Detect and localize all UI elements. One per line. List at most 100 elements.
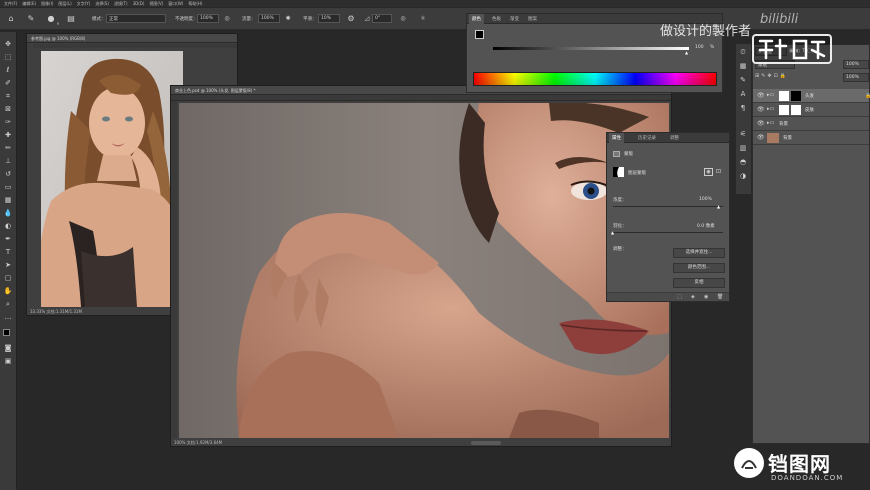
frame-icon[interactable]: ⊠ [3, 105, 13, 114]
menu-item[interactable]: 图像(I) [41, 1, 53, 7]
feather-value[interactable]: 0.0 像素 [697, 223, 715, 229]
density-value[interactable]: 100% [699, 197, 712, 202]
layer-name[interactable]: 背景 [783, 135, 792, 141]
density-slider[interactable] [613, 206, 723, 207]
select-and-mask-button[interactable]: 选择并遮住... [673, 248, 725, 258]
foreground-swatch[interactable] [475, 30, 484, 39]
gradient-icon[interactable]: ▦ [3, 196, 13, 205]
pen-icon[interactable]: ✒ [3, 235, 13, 244]
symmetry-icon[interactable]: ⚛ [418, 14, 428, 24]
type-icon[interactable]: T [3, 248, 13, 257]
tab-adjustments[interactable]: 调整 [667, 135, 682, 141]
marquee-icon[interactable]: ⬚ [3, 53, 13, 62]
visibility-icon[interactable]: ◉ [704, 294, 708, 300]
flow-input[interactable]: 100% [258, 14, 280, 23]
tab-swatches[interactable]: 色板 [489, 16, 504, 22]
character-panel-icon[interactable]: A [738, 90, 748, 99]
opacity-input[interactable]: 100% [197, 14, 219, 23]
swatches-panel-icon[interactable]: ▦ [738, 62, 748, 71]
layer-name[interactable]: 背景 [779, 121, 788, 127]
vector-mask-icon[interactable]: ⊡ [716, 168, 725, 176]
color-spectrum-bar[interactable] [473, 72, 717, 86]
pressure-size-icon[interactable]: ◎ [398, 14, 408, 24]
eye-icon[interactable]: 👁 [757, 106, 765, 113]
screen-mode-icon[interactable]: ▣ [3, 357, 13, 366]
menu-item[interactable]: 编辑(E) [22, 1, 36, 7]
eraser-icon[interactable]: ▭ [3, 183, 13, 192]
feather-slider-handle[interactable]: ▲ [611, 230, 614, 235]
tab-properties[interactable]: 属性 [609, 133, 624, 143]
horizontal-scrollbar[interactable] [471, 441, 501, 445]
brush-icon[interactable]: ✏ [3, 144, 13, 153]
smooth-input[interactable]: 10% [318, 14, 340, 23]
crop-icon[interactable]: ⌗ [3, 92, 13, 101]
eye-icon[interactable]: 👁 [757, 134, 765, 141]
menu-item[interactable]: 选择(S) [95, 1, 109, 7]
foreground-color-swatch[interactable] [3, 329, 10, 336]
pixel-mask-icon[interactable]: ◉ [704, 168, 713, 176]
shape-icon[interactable]: ▢ [3, 274, 13, 283]
mode-select[interactable]: 正常 [106, 14, 166, 23]
brush-preset-icon[interactable]: ✎ [26, 14, 36, 24]
quick-select-icon[interactable]: ✐ [3, 79, 13, 88]
zoom-icon[interactable]: ⌕ [3, 300, 13, 309]
lock-icons[interactable]: ⊞✎✥⊡🔒 [755, 73, 788, 79]
layer-row[interactable]: 👁 ▸▭ 皮肤 [753, 103, 869, 117]
load-selection-icon[interactable]: ⬚ [677, 294, 682, 300]
adjustments-panel-icon[interactable]: ◑ [738, 172, 748, 181]
paragraph-panel-icon[interactable]: ¶ [738, 104, 748, 113]
brush-panel-icon[interactable]: ✎ [738, 76, 748, 85]
menu-item[interactable]: 视图(V) [149, 1, 163, 7]
history-brush-icon[interactable]: ↺ [3, 170, 13, 179]
quick-mask-icon[interactable]: ◙ [3, 344, 13, 353]
invert-button[interactable]: 反相 [673, 278, 725, 288]
main-canvas[interactable] [179, 103, 669, 438]
blur-icon[interactable]: 💧 [3, 209, 13, 218]
menu-item[interactable]: 窗口(W) [168, 1, 183, 7]
tab-history[interactable]: 历史记录 [635, 135, 659, 141]
layer-name[interactable]: 皮肤 [805, 107, 814, 113]
opacity-input[interactable]: 100% [843, 60, 869, 69]
brush-settings-icon[interactable]: ▤ [66, 14, 76, 24]
history-panel-icon[interactable]: ⏲ [738, 48, 748, 57]
feather-slider[interactable] [613, 232, 723, 233]
channels-panel-icon[interactable]: ◓ [738, 158, 748, 167]
properties-panel-icon[interactable]: ⚟ [738, 130, 748, 139]
menu-item[interactable]: 文件(F) [4, 1, 17, 7]
tab-color[interactable]: 颜色 [469, 14, 484, 24]
pressure-opacity-icon[interactable]: ◎ [222, 14, 232, 24]
layers-panel-icon[interactable]: ▥ [738, 144, 748, 153]
color-range-button[interactable]: 颜色范围... [673, 263, 725, 273]
menu-item[interactable]: 3D(D) [133, 1, 145, 6]
path-select-icon[interactable]: ➤ [3, 261, 13, 270]
angle-input[interactable]: 0° [372, 14, 392, 23]
slider-handle-icon[interactable]: ▲ [685, 50, 688, 55]
menu-item[interactable]: 图层(L) [58, 1, 71, 7]
hand-icon[interactable]: ✋ [3, 287, 13, 296]
layer-name[interactable]: 头发 [805, 93, 814, 99]
tab-gradients[interactable]: 渐变 [507, 16, 522, 22]
stamp-icon[interactable]: ⊥ [3, 157, 13, 166]
healing-icon[interactable]: ✚ [3, 131, 13, 140]
airbrush-icon[interactable]: ✺ [283, 14, 293, 24]
more-icon[interactable]: … [3, 313, 13, 322]
mask-thumbnail[interactable] [791, 91, 801, 101]
brush-tip-icon[interactable]: ● [46, 14, 56, 24]
gear-icon[interactable]: ⚙ [346, 14, 356, 24]
layer-row[interactable]: 👁 ▸▭ 头发 [753, 89, 869, 103]
apply-mask-icon[interactable]: ◈ [691, 294, 695, 300]
eye-icon[interactable]: 👁 [757, 92, 765, 99]
eye-icon[interactable]: 👁 [757, 120, 765, 127]
dodge-icon[interactable]: ◐ [3, 222, 13, 231]
menu-item[interactable]: 文字(Y) [77, 1, 91, 7]
layer-row[interactable]: 👁 ▸▭ 背景 [753, 117, 869, 131]
home-icon[interactable]: ⌂ [6, 14, 16, 24]
menu-item[interactable]: 滤镜(T) [114, 1, 128, 7]
layer-row[interactable]: 👁 背景 [753, 131, 869, 145]
menu-item[interactable]: 帮助(H) [188, 1, 202, 7]
density-slider-handle[interactable]: ▲ [717, 204, 720, 209]
fill-input[interactable]: 100% [843, 73, 869, 82]
tab-patterns[interactable]: 图案 [525, 16, 540, 22]
eyedropper-icon[interactable]: ✑ [3, 118, 13, 127]
lasso-icon[interactable]: ℓ [3, 66, 13, 75]
